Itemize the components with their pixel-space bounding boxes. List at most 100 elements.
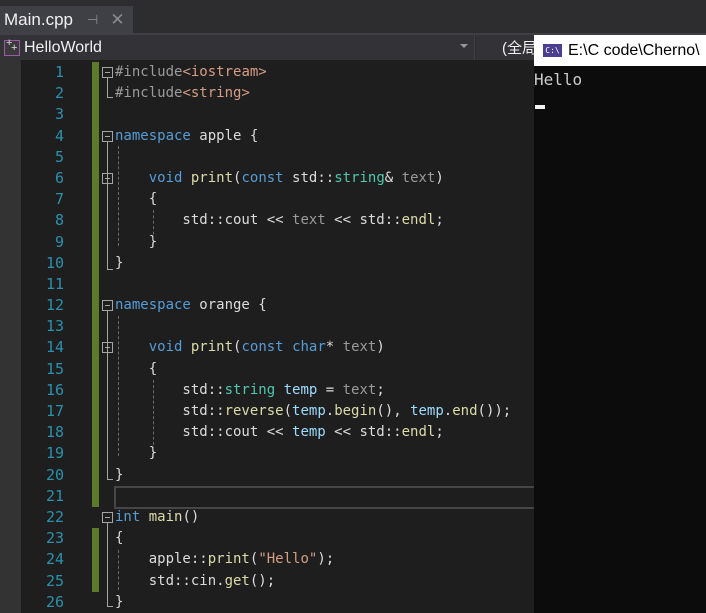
code-line[interactable]: 8 std::cout << text << std::endl; (21, 210, 534, 232)
change-marker (92, 146, 99, 168)
line-number: 8 (54, 211, 64, 230)
line-number: 12 (45, 296, 64, 315)
code-line[interactable]: 3 (21, 104, 534, 126)
fold-guide (107, 311, 108, 476)
line-number: 17 (45, 402, 64, 420)
code-text: void print(const char* text) (148, 339, 385, 356)
code-line[interactable]: 6 void print(const std::string& text) (21, 167, 534, 190)
line-number: 9 (54, 232, 64, 251)
code-text: { (115, 530, 124, 547)
change-marker (92, 273, 99, 296)
console-title-bar[interactable]: C:\ E:\C code\Cherno\ (534, 35, 706, 66)
code-line[interactable]: 9 } (21, 231, 534, 253)
code-text: int main() (115, 508, 200, 525)
code-line[interactable]: 21 (21, 485, 538, 509)
chevron-down-icon[interactable] (460, 44, 468, 48)
code-text: std::string temp = text; (115, 381, 385, 398)
code-line[interactable]: 14 void print(const char* text) (21, 337, 534, 359)
change-marker (92, 252, 99, 274)
fold-guide (107, 523, 108, 603)
code-line[interactable]: 20} (21, 464, 534, 486)
code-line[interactable]: 7 { (21, 189, 534, 211)
console-window[interactable]: C:\ E:\C code\Cherno\ Hello (534, 35, 706, 613)
code-line[interactable]: 4 namespace apple { (21, 125, 534, 147)
indent-guide (153, 380, 154, 450)
line-number: 26 (45, 592, 64, 611)
change-marker (92, 485, 99, 507)
code-text: std::reverse(temp.begin(), temp.end()); (115, 403, 512, 419)
change-marker (92, 379, 99, 401)
code-text: } (115, 593, 124, 610)
line-number: 15 (45, 359, 64, 378)
code-text: namespace orange { (115, 297, 267, 314)
code-line[interactable]: 19 } (21, 443, 534, 465)
current-line-highlight (114, 485, 538, 509)
indent-guide (118, 550, 119, 590)
fold-guide-end (107, 256, 113, 270)
collapse-icon[interactable] (102, 511, 113, 523)
change-marker (92, 337, 99, 359)
console-output: Hello (534, 70, 583, 89)
change-marker (92, 549, 99, 571)
code-line[interactable]: 25 std::cin.get(); (21, 570, 534, 592)
line-number: 7 (54, 190, 64, 209)
fold-guide (107, 141, 108, 266)
change-marker (92, 104, 99, 126)
line-number: 24 (45, 550, 64, 569)
code-line[interactable]: 13 (21, 316, 534, 338)
tab-main-cpp[interactable]: Main.cpp ⊣ ✕ (0, 6, 133, 33)
change-marker (92, 189, 99, 211)
code-line[interactable]: 22 int main() (21, 507, 534, 528)
document-tab-bar: Main.cpp ⊣ ✕ (0, 0, 706, 33)
indent-guide (118, 146, 119, 246)
change-marker (92, 316, 99, 338)
code-line[interactable]: 15 { (21, 358, 534, 380)
indent-guide (153, 210, 154, 240)
code-line[interactable]: 5 (21, 146, 534, 168)
collapse-icon[interactable] (102, 130, 113, 142)
code-text: { (115, 191, 158, 208)
change-marker (92, 528, 99, 550)
line-number: 4 (54, 126, 64, 145)
collapse-icon[interactable] (102, 300, 113, 312)
change-marker (92, 295, 99, 317)
pin-icon[interactable]: ⊣ (87, 12, 98, 28)
code-text: #include<iostream> (115, 64, 267, 80)
tab-title: Main.cpp (4, 9, 73, 29)
code-text: } (115, 233, 158, 250)
code-line[interactable]: 11 (21, 273, 534, 296)
code-line[interactable]: 18 std::cout << temp << std::endl; (21, 422, 534, 444)
code-line[interactable]: 16 std::string temp = text; (21, 379, 534, 401)
line-number: 25 (45, 571, 64, 590)
project-dropdown[interactable]: HelloWorld (0, 35, 475, 60)
code-line[interactable]: 10} (21, 252, 534, 274)
code-text: #include<string> (115, 85, 250, 102)
code-line[interactable]: 17 std::reverse(temp.begin(), temp.end()… (21, 401, 534, 423)
fold-guide-end (107, 84, 113, 98)
code-line[interactable]: 1 #include<iostream> (21, 62, 534, 84)
line-number: 2 (54, 84, 64, 103)
line-number: 3 (54, 105, 64, 124)
project-icon (4, 37, 20, 56)
line-number: 1 (54, 63, 64, 81)
line-number: 21 (45, 486, 64, 505)
change-marker (92, 62, 99, 84)
code-line[interactable]: 26} (21, 592, 534, 613)
code-line[interactable]: 12 namespace orange { (21, 295, 534, 317)
fold-guide-end (107, 593, 113, 607)
line-number: 16 (45, 380, 64, 399)
indent-guide (118, 316, 119, 456)
change-marker (92, 422, 99, 444)
code-line[interactable]: 24 apple::print("Hello"); (21, 549, 534, 571)
close-icon[interactable]: ✕ (110, 10, 124, 30)
code-text: } (115, 466, 124, 483)
code-text: namespace apple { (115, 127, 259, 144)
code-line[interactable]: 23 { (21, 528, 534, 550)
line-number: 14 (45, 338, 64, 357)
code-editor[interactable]: 1 #include<iostream> 2 #include<string> 3 4 na… (21, 60, 538, 613)
change-marker (92, 358, 99, 380)
code-line[interactable]: 2 #include<string> (21, 83, 534, 105)
line-number: 13 (45, 317, 64, 336)
code-lines: 1 #include<iostream> 2 #include<string> 3 4 na… (21, 62, 538, 613)
code-text: std::cout << text << std::endl; (115, 212, 444, 229)
